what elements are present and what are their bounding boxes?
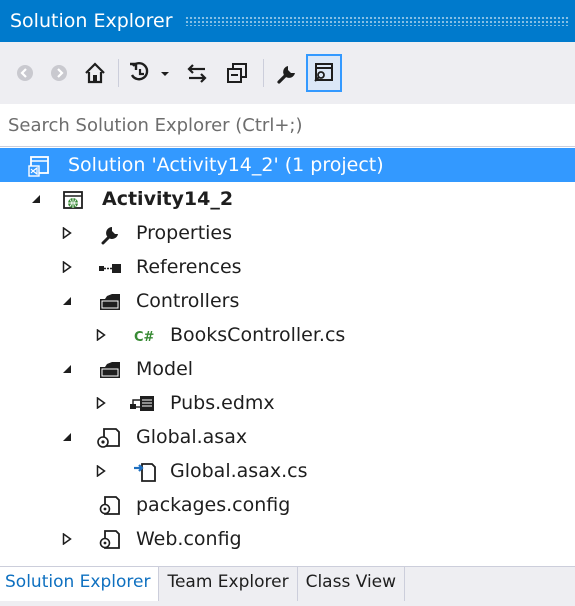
folder-icon [98, 358, 120, 380]
home-icon [85, 62, 105, 84]
web-project-icon [62, 188, 84, 210]
config-file-icon [98, 494, 120, 516]
collapsed-arrow-icon[interactable] [60, 522, 74, 556]
svg-text:C#: C# [134, 330, 155, 345]
tree-item-references[interactable]: References [0, 250, 575, 284]
sync-icon [187, 64, 207, 83]
tree-item-books-controller[interactable]: C# BooksController.cs [0, 318, 575, 352]
expanded-arrow-icon[interactable] [29, 182, 43, 216]
tree-item-label: References [136, 256, 242, 278]
folder-icon [98, 290, 120, 312]
global-asax-icon [96, 426, 122, 448]
tree-item-label: Global.asax.cs [170, 460, 308, 482]
forward-icon [51, 65, 67, 81]
collapse-all-icon [227, 63, 247, 83]
properties-button[interactable] [272, 54, 302, 92]
entity-model-icon [128, 392, 156, 414]
tree-item-web-config[interactable]: Web.config [0, 522, 575, 556]
collapsed-arrow-icon[interactable] [94, 454, 108, 488]
title-bar: Solution Explorer [0, 0, 575, 42]
solution-tree: Solution 'Activity14_2' (1 project) Acti… [0, 148, 575, 556]
tree-item-project[interactable]: Activity14_2 [0, 182, 575, 216]
tree-item-controllers[interactable]: Controllers [0, 284, 575, 318]
properties-icon [277, 66, 295, 84]
collapsed-arrow-icon[interactable] [94, 318, 108, 352]
toolbar [0, 42, 575, 105]
tree-item-label: Pubs.edmx [170, 392, 275, 414]
window-title: Solution Explorer [10, 10, 173, 32]
tree-item-pubs-edmx[interactable]: Pubs.edmx [0, 386, 575, 420]
references-icon [98, 256, 121, 278]
sync-button[interactable] [179, 54, 215, 92]
tree-item-label: Web.config [136, 528, 242, 550]
back-button[interactable] [12, 54, 38, 92]
pending-changes-button[interactable] [127, 54, 175, 92]
wrench-icon [100, 222, 122, 245]
tree-item-label: Solution 'Activity14_2' (1 project) [68, 154, 384, 176]
expanded-arrow-icon[interactable] [60, 420, 74, 454]
collapsed-arrow-icon[interactable] [60, 216, 74, 250]
tree-item-label: Model [136, 358, 194, 380]
home-button[interactable] [80, 54, 110, 92]
tree-item-global-asax-cs[interactable]: Global.asax.cs [0, 454, 575, 488]
tree-item-properties[interactable]: Properties [0, 216, 575, 250]
bottom-tab-strip: Solution Explorer Team Explorer Class Vi… [0, 566, 575, 606]
forward-button[interactable] [46, 54, 72, 92]
collapse-all-button[interactable] [219, 54, 255, 92]
preview-button[interactable] [306, 54, 342, 92]
csharp-file-icon: C# [132, 324, 162, 346]
tree-item-label: packages.config [136, 494, 291, 516]
toolbar-separator [118, 59, 119, 87]
preview-icon [314, 63, 333, 82]
collapsed-arrow-icon[interactable] [94, 386, 108, 420]
expanded-arrow-icon[interactable] [60, 352, 74, 386]
tab-class-view[interactable]: Class View [298, 567, 406, 601]
tree-item-packages-config[interactable]: packages.config [0, 488, 575, 522]
tree-item-label: BooksController.cs [170, 324, 346, 346]
code-behind-file-icon [132, 460, 158, 482]
solution-icon [28, 154, 50, 177]
tree-item-label: Global.asax [136, 426, 248, 448]
tree-item-model[interactable]: Model [0, 352, 575, 386]
tree-item-label: Activity14_2 [102, 188, 234, 210]
back-icon [17, 65, 33, 81]
tree-item-label: Properties [136, 222, 233, 244]
tree-item-global-asax[interactable]: Global.asax [0, 420, 575, 454]
tree-item-label: Controllers [136, 290, 240, 312]
pending-changes-icon [130, 62, 169, 81]
search-bar [0, 104, 575, 147]
toolbar-separator [263, 59, 264, 87]
search-input[interactable] [0, 113, 550, 137]
collapsed-arrow-icon[interactable] [60, 250, 74, 284]
config-file-icon [98, 528, 120, 550]
expanded-arrow-icon[interactable] [60, 284, 74, 318]
tab-team-explorer[interactable]: Team Explorer [159, 567, 298, 601]
tree-item-solution[interactable]: Solution 'Activity14_2' (1 project) [0, 148, 575, 182]
title-bar-grip[interactable] [184, 16, 569, 26]
tab-solution-explorer[interactable]: Solution Explorer [0, 567, 160, 601]
